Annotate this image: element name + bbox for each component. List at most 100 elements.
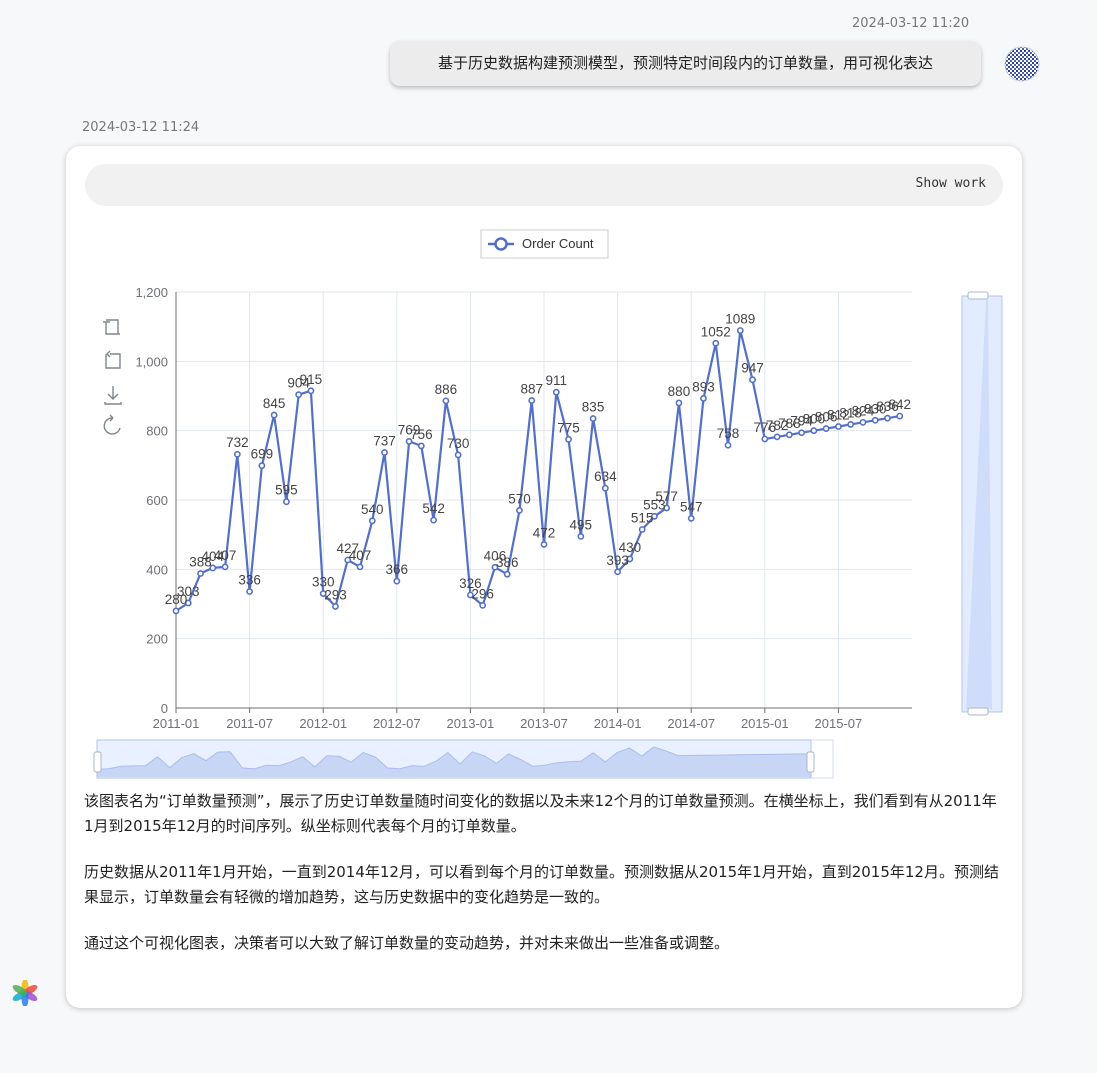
- data-point-label: 540: [361, 502, 384, 517]
- data-point-label: 835: [582, 400, 605, 415]
- data-point: [835, 423, 842, 430]
- data-point-label: 880: [668, 384, 691, 399]
- download-icon[interactable]: [104, 386, 122, 405]
- data-point: [356, 563, 364, 571]
- data-point-label: 1089: [725, 311, 755, 326]
- data-point-label: 595: [275, 483, 298, 498]
- data-point: [233, 450, 241, 458]
- data-point-label: 577: [655, 489, 678, 504]
- data-point-label: 893: [692, 379, 715, 394]
- data-point: [479, 601, 487, 609]
- data-point-label: 393: [606, 553, 629, 568]
- data-point: [417, 442, 425, 450]
- data-point: [368, 517, 376, 525]
- y-tick-label: 0: [161, 701, 168, 716]
- chart-legend[interactable]: Order Count: [480, 229, 609, 259]
- x-tick-label: 2015-01: [741, 716, 789, 731]
- x-tick-label: 2013-07: [520, 716, 568, 731]
- data-point: [442, 397, 450, 405]
- data-point-label: 293: [324, 587, 347, 602]
- data-point-label: 634: [594, 469, 617, 484]
- data-point: [810, 427, 818, 435]
- zoom-reset-icon[interactable]: [105, 350, 121, 369]
- data-point: [601, 484, 609, 492]
- user-avatar[interactable]: [1004, 46, 1040, 82]
- data-point: [871, 416, 879, 424]
- bot-avatar: [12, 980, 38, 1006]
- data-point-label: 515: [631, 510, 654, 525]
- data-point-label: 472: [533, 525, 556, 540]
- legend-swatch-marker: [494, 237, 508, 251]
- data-point-label: 303: [177, 584, 200, 599]
- data-point: [822, 425, 830, 432]
- x-tick-label: 2012-01: [299, 716, 347, 731]
- data-point-label: 737: [373, 434, 396, 449]
- zoom-handle-right[interactable]: [806, 751, 815, 773]
- data-point-label: 296: [471, 586, 494, 601]
- x-tick-label: 2014-07: [667, 716, 715, 731]
- data-point-label: 915: [300, 372, 323, 387]
- data-point-label: 386: [496, 555, 519, 570]
- data-point: [749, 376, 756, 384]
- data-point-label: 842: [888, 397, 911, 412]
- data-point: [675, 399, 683, 407]
- y-tick-label: 800: [146, 424, 168, 439]
- data-point-label: 887: [520, 382, 543, 397]
- data-point: [565, 435, 572, 443]
- data-point-label: 886: [435, 382, 458, 397]
- chart-description: 该图表名为“订单数量预测”，展示了历史订单数量随时间变化的数据以及未来12个月的…: [84, 789, 1004, 977]
- bottom-data-zoom-slider[interactable]: [93, 739, 834, 779]
- data-point: [589, 415, 597, 422]
- data-point-label: 407: [214, 548, 237, 563]
- data-point: [197, 570, 204, 577]
- data-point: [295, 391, 303, 399]
- data-point-label: 430: [619, 540, 642, 555]
- data-point-label: 699: [251, 447, 274, 462]
- y-tick-label: 600: [146, 493, 168, 508]
- data-point: [430, 516, 438, 524]
- x-tick-label: 2014-01: [594, 716, 642, 731]
- data-point-label: 947: [741, 361, 764, 376]
- x-tick-label: 2012-07: [373, 716, 421, 731]
- data-point: [516, 506, 523, 514]
- data-point: [454, 451, 462, 459]
- vertical-zoom-handle-bottom[interactable]: [967, 707, 989, 716]
- data-point: [172, 607, 180, 615]
- legend-label: Order Count: [522, 236, 594, 251]
- data-point: [712, 339, 720, 347]
- x-tick-label: 2011-01: [153, 716, 200, 731]
- x-tick-label: 2015-07: [815, 716, 863, 731]
- data-point: [798, 429, 806, 437]
- user-message-bubble: 基于历史数据构建预测模型，预测特定时间段内的订单数量，用可视化表达: [390, 41, 981, 86]
- zoom-handle-left[interactable]: [93, 751, 102, 773]
- data-point: [528, 397, 536, 404]
- data-point: [393, 577, 401, 585]
- data-point: [724, 441, 732, 449]
- data-point: [687, 514, 695, 522]
- data-point-label: 366: [386, 562, 409, 577]
- data-point: [381, 449, 388, 456]
- data-point-label: 547: [680, 499, 703, 514]
- vertical-zoom-handle-top[interactable]: [967, 291, 989, 300]
- data-point: [785, 431, 793, 439]
- chart-point-labels: 2803033884044077323366998455959049153302…: [165, 311, 911, 606]
- data-point-label: 407: [349, 548, 372, 563]
- chart-series: [172, 327, 904, 615]
- data-point: [552, 388, 560, 396]
- data-point-label: 758: [717, 426, 740, 441]
- restore-icon[interactable]: [103, 414, 121, 435]
- data-point-label: 845: [263, 396, 286, 411]
- description-paragraph: 通过这个可视化图表，决策者可以大致了解订单数量的变动趋势，并对未来做出一些准备或…: [84, 934, 730, 952]
- order-count-chart: 0 200 400 600 800 1,000 1,200 2011-01 2011-07 201…: [93, 229, 1003, 779]
- data-point-label: 756: [410, 427, 433, 442]
- right-data-zoom-slider[interactable]: [961, 291, 1003, 716]
- chart-toolbox[interactable]: [103, 319, 122, 435]
- x-tick-label: 2013-01: [447, 716, 495, 731]
- data-point: [859, 418, 867, 426]
- data-point: [736, 327, 744, 334]
- zoom-icon[interactable]: [103, 319, 120, 335]
- data-point-label: 570: [508, 491, 531, 506]
- data-point: [847, 421, 855, 428]
- chart-axes: 0 200 400 600 800 1,000 1,200 2011-01 2011-07 201…: [135, 285, 912, 731]
- data-point: [884, 414, 891, 422]
